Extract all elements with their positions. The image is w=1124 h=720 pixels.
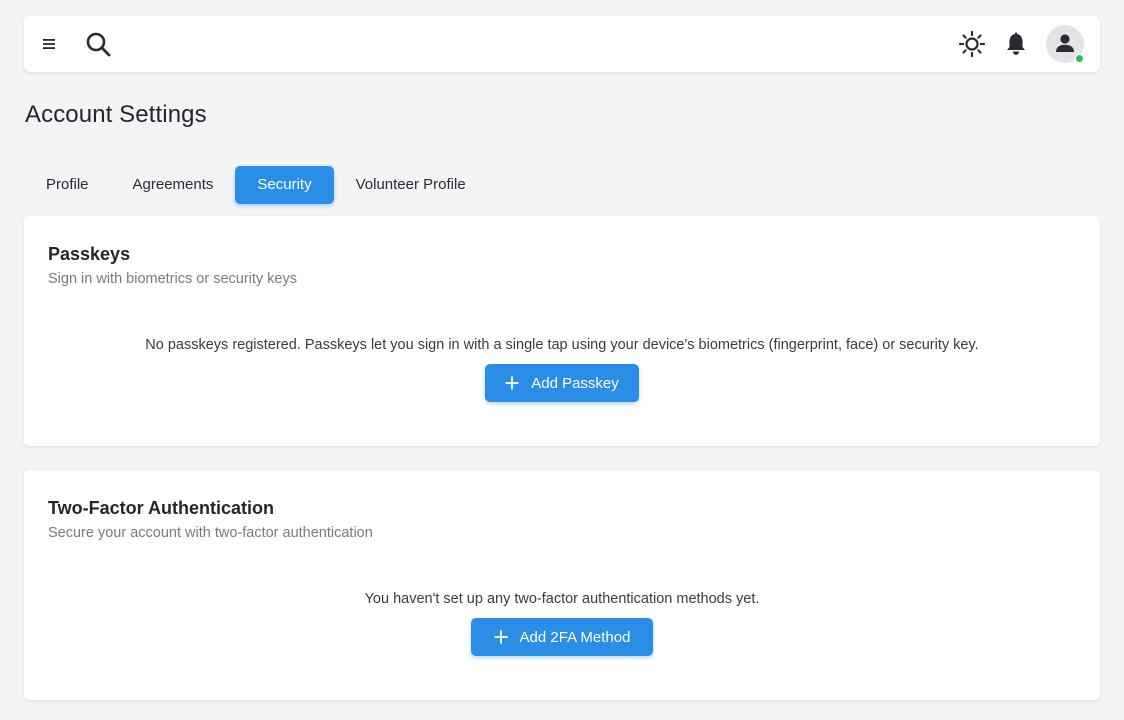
- hamburger-menu-icon[interactable]: [41, 36, 57, 52]
- add-2fa-method-label: Add 2FA Method: [519, 628, 631, 646]
- sun-icon[interactable]: [958, 30, 986, 58]
- user-avatar-icon: [1056, 34, 1074, 52]
- add-passkey-label: Add Passkey: [531, 374, 619, 392]
- settings-tabs: Profile Agreements Security Volunteer Pr…: [24, 166, 488, 204]
- passkeys-title: Passkeys: [48, 244, 131, 264]
- two-factor-title: Two-Factor Authentication: [48, 498, 274, 518]
- tab-security[interactable]: Security: [235, 166, 334, 204]
- plus-icon: [505, 376, 520, 390]
- add-2fa-method-button[interactable]: Add 2FA Method: [471, 618, 653, 656]
- passkeys-empty-message: No passkeys registered. Passkeys let you…: [145, 337, 979, 353]
- two-factor-subtitle: Secure your account with two-factor auth…: [48, 525, 373, 541]
- two-factor-empty-message: You haven't set up any two-factor authen…: [364, 591, 760, 607]
- bell-icon[interactable]: [1003, 31, 1029, 57]
- tab-profile[interactable]: Profile: [24, 166, 111, 204]
- add-passkey-button[interactable]: Add Passkey: [485, 364, 639, 402]
- plus-icon: [493, 630, 508, 644]
- user-avatar[interactable]: [1046, 25, 1084, 63]
- online-status-dot: [1075, 54, 1084, 63]
- tab-volunteer-profile[interactable]: Volunteer Profile: [334, 166, 488, 204]
- two-factor-card: Two-Factor Authentication Secure your ac…: [24, 470, 1100, 700]
- tab-agreements[interactable]: Agreements: [111, 166, 236, 204]
- passkeys-card: Passkeys Sign in with biometrics or secu…: [24, 216, 1100, 446]
- page-title: Account Settings: [25, 101, 207, 128]
- passkeys-subtitle: Sign in with biometrics or security keys: [48, 271, 297, 287]
- search-icon[interactable]: [84, 30, 112, 58]
- top-app-bar: [24, 16, 1100, 72]
